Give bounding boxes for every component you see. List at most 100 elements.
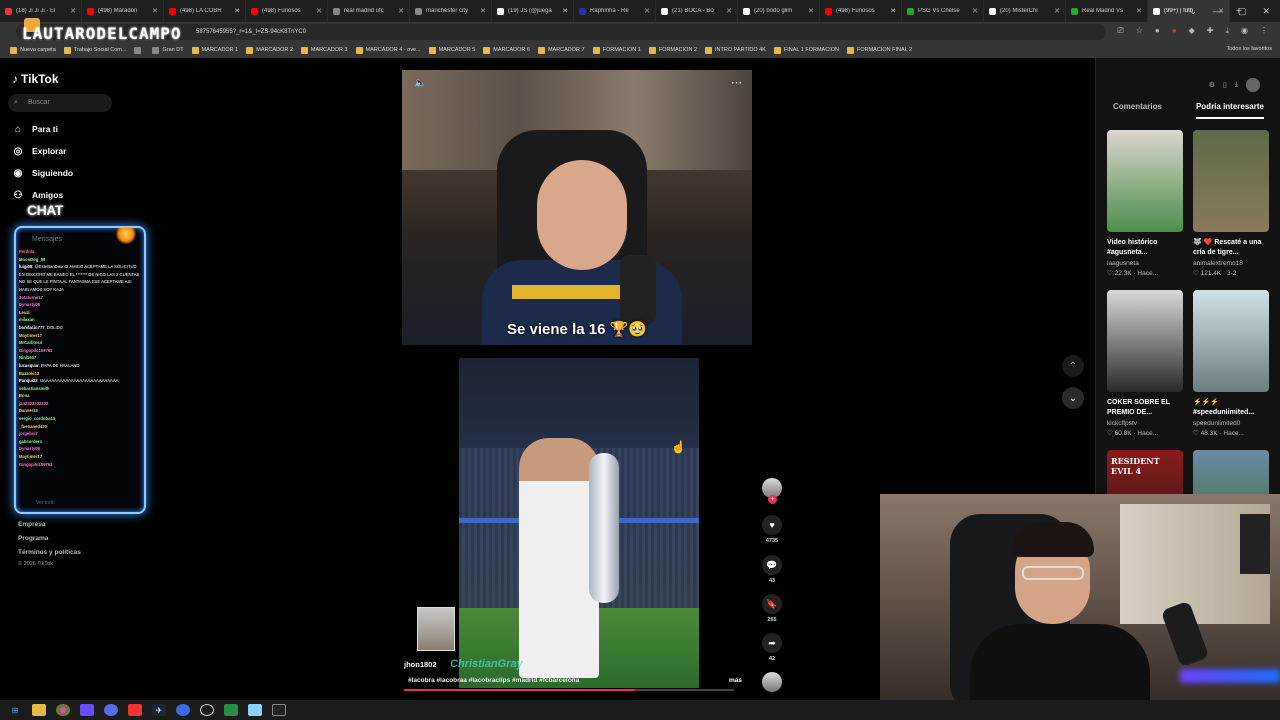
- nav-item-para-ti[interactable]: ⌂ Para ti: [12, 123, 58, 135]
- app-icon-2[interactable]: [104, 704, 118, 716]
- close-icon[interactable]: ✕: [152, 7, 158, 15]
- bookmark-item[interactable]: Nueva carpeta: [6, 46, 60, 54]
- close-icon[interactable]: ✕: [398, 7, 404, 15]
- download-icon[interactable]: ⤓: [1225, 26, 1229, 36]
- video-progress-bar[interactable]: [404, 689, 734, 691]
- mobile-icon[interactable]: ▯: [1223, 81, 1227, 89]
- nav-item-explorar[interactable]: ◎ Explorar: [12, 145, 67, 157]
- video-thumbnail[interactable]: [1107, 290, 1183, 392]
- cast-icon[interactable]: ⎚: [1117, 26, 1123, 36]
- bookmark-item[interactable]: MARCADOR 6: [479, 46, 534, 54]
- chevron-up-icon[interactable]: ⌃: [1062, 355, 1084, 377]
- more-description-link[interactable]: más: [729, 677, 742, 684]
- extension-icon[interactable]: ●: [1155, 26, 1160, 36]
- bookmark-item[interactable]: MARCADOR 1: [188, 46, 243, 54]
- video-thumbnail[interactable]: [1193, 290, 1269, 392]
- creator-avatar[interactable]: +: [760, 478, 784, 504]
- close-icon[interactable]: ✕: [316, 7, 322, 15]
- follow-plus-icon[interactable]: +: [768, 495, 777, 504]
- bookmark-item[interactable]: FORMACION FINAL 2: [843, 46, 916, 54]
- footer-link-terminos[interactable]: Términos y políticas: [18, 549, 81, 556]
- nav-item-siguiendo[interactable]: ◉ Siguiendo: [12, 167, 73, 179]
- more-options-icon[interactable]: ⋯: [731, 76, 742, 89]
- video-thumbnail[interactable]: [1193, 130, 1269, 232]
- close-icon[interactable]: ✕: [562, 7, 568, 15]
- close-icon[interactable]: ✕: [726, 7, 732, 15]
- like-button[interactable]: ♥ 4735: [760, 515, 784, 544]
- close-icon[interactable]: ✕: [70, 7, 76, 15]
- tab-comentarios[interactable]: Comentarios: [1113, 102, 1162, 119]
- bookmark-item[interactable]: MARCADOR 2: [242, 46, 297, 54]
- close-icon[interactable]: ✕: [972, 7, 978, 15]
- browser-tab[interactable]: (498) Furiosos ✕: [820, 0, 902, 22]
- bookmark-item[interactable]: Trabajo Social Com...: [60, 46, 131, 54]
- app-icon-7[interactable]: [272, 704, 286, 716]
- profile-icon[interactable]: ◉: [1241, 26, 1248, 36]
- recommendation-card[interactable]: COKER SOBRE EL PREMIO DE... kickcftpstv ♡ …: [1107, 290, 1183, 437]
- bookmark-item[interactable]: MARCADOR 7: [534, 46, 589, 54]
- video-preview-previous[interactable]: 🔈 ⋯ Se viene la 16 🏆🥹: [402, 70, 752, 345]
- app-icon-5[interactable]: [224, 704, 238, 716]
- share-button[interactable]: ➦ 42: [760, 633, 784, 662]
- footer-link-empresa[interactable]: Empresa: [18, 521, 45, 528]
- star-icon[interactable]: ☆: [1136, 26, 1143, 36]
- download-icon[interactable]: ⤓: [1235, 81, 1238, 89]
- chevron-down-icon[interactable]: ⌄: [1062, 387, 1084, 409]
- browser-tab[interactable]: (498) Maradon ✕: [82, 0, 164, 22]
- close-window-icon[interactable]: ✕: [1262, 6, 1270, 17]
- bookmark-item[interactable]: MARCADOR 5: [425, 46, 480, 54]
- extensions-puzzle-icon[interactable]: ✚: [1207, 26, 1214, 36]
- recommendation-card[interactable]: Video histórico #agusneta... laagusneta ♡ …: [1107, 130, 1183, 277]
- browser-tab[interactable]: real madrid ufc ✕: [328, 0, 410, 22]
- browser-tab[interactable]: (18) Ji Ji Ji - El ✕: [0, 0, 82, 22]
- bookmark-item[interactable]: FORMACION 2: [645, 46, 701, 54]
- browser-tab[interactable]: Real Madrid Vs ✕: [1066, 0, 1148, 22]
- browser-tab[interactable]: PSG Vs Chelse ✕: [902, 0, 984, 22]
- close-icon[interactable]: ✕: [890, 7, 896, 15]
- maximize-icon[interactable]: ▢: [1238, 6, 1247, 17]
- video-hashtags[interactable]: #lacobra #lacobraa #lacobraclips #madrid…: [408, 677, 579, 684]
- browser-tab[interactable]: (498) Furiosos ✕: [246, 0, 328, 22]
- card-user[interactable]: animalextremo18: [1193, 260, 1269, 267]
- bookmark-item[interactable]: Gran DT: [148, 46, 187, 54]
- card-user[interactable]: laagusneta: [1107, 260, 1183, 267]
- volume-icon[interactable]: 🔈: [414, 78, 426, 89]
- all-bookmarks-link[interactable]: Todos los favoritos: [1226, 46, 1272, 52]
- close-icon[interactable]: ✕: [1054, 7, 1060, 15]
- folder-icon[interactable]: [32, 704, 46, 716]
- extension-icon-2[interactable]: ●: [1172, 26, 1177, 36]
- bookmark-item[interactable]: [130, 46, 148, 54]
- app-icon-6[interactable]: [248, 704, 262, 716]
- app-icon-3[interactable]: [128, 704, 142, 716]
- steam-icon[interactable]: ✈: [152, 704, 166, 716]
- bookmark-item[interactable]: INTRO PARTIDO 4K: [701, 46, 770, 54]
- settings-icon[interactable]: ⚙: [1209, 81, 1215, 89]
- menu-icon[interactable]: ⋮: [1260, 26, 1268, 36]
- video-player-current[interactable]: [459, 358, 699, 688]
- card-user[interactable]: kickcftpstv: [1107, 420, 1183, 427]
- extension-icon-3[interactable]: ◆: [1189, 26, 1195, 36]
- bookmark-item[interactable]: MARCADOR 3: [297, 46, 352, 54]
- bookmark-item[interactable]: FORMACION 1: [589, 46, 645, 54]
- browser-tab[interactable]: (20) bodo glim ✕: [738, 0, 820, 22]
- tiktok-logo[interactable]: ♪ TikTok: [12, 72, 59, 86]
- card-user[interactable]: speedunlimited0: [1193, 420, 1269, 427]
- start-icon[interactable]: ⊞: [8, 704, 22, 716]
- recommendation-card[interactable]: ⚡⚡⚡ #speedunlimited... speedunlimited0 ♡ 4…: [1193, 290, 1269, 437]
- tab-search-icon[interactable]: ⌄: [1189, 6, 1197, 17]
- chrome-icon[interactable]: [56, 704, 70, 716]
- browser-tab[interactable]: (19) JS (@juega ✕: [492, 0, 574, 22]
- search-input[interactable]: ⌕ Buscar: [8, 94, 112, 112]
- browser-tab[interactable]: Raphinha - Re ✕: [574, 0, 656, 22]
- music-disc[interactable]: [760, 672, 784, 692]
- obs-icon[interactable]: [200, 704, 214, 716]
- browser-tab[interactable]: (498) LA COBR ✕: [164, 0, 246, 22]
- save-button[interactable]: 🔖 265: [760, 594, 784, 623]
- close-icon[interactable]: ✕: [1136, 7, 1142, 15]
- bookmark-item[interactable]: MARCADOR 4 - ove...: [352, 46, 425, 54]
- browser-tab[interactable]: (21) BOCA - Bo ✕: [656, 0, 738, 22]
- tab-podria-interesarte[interactable]: Podría interesarte: [1195, 102, 1264, 119]
- bookmark-item[interactable]: FINAL 1 FORMACION: [770, 46, 843, 54]
- minimize-icon[interactable]: —: [1213, 6, 1222, 16]
- app-icon[interactable]: [80, 704, 94, 716]
